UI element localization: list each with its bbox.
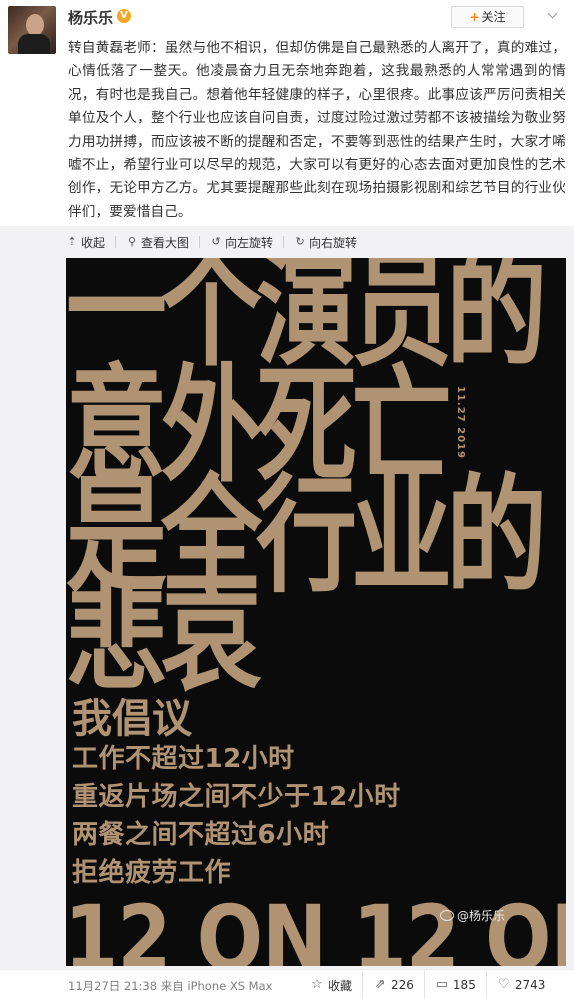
repost-count: 226 xyxy=(391,978,414,992)
post-meta[interactable]: 11月27日 21:38 来自 iPhone XS Max xyxy=(68,978,272,994)
poster-headline-line4: 悲哀 xyxy=(66,572,262,707)
poster-slogan: 12 ON 12 OFF xyxy=(66,888,566,966)
comment-button[interactable]: ▭ 185 xyxy=(423,970,486,999)
view-large-label: 查看大图 xyxy=(141,235,190,250)
username[interactable]: 杨乐乐 xyxy=(68,7,113,28)
rotate-right-icon: ↻ xyxy=(295,235,305,248)
rotate-left-button[interactable]: ↺ 向左旋转 xyxy=(210,234,273,251)
repost-button[interactable]: ⇗ 226 xyxy=(362,970,424,999)
repost-icon: ⇗ xyxy=(374,977,386,992)
action-bar: ☆ 收藏 ⇗ 226 ▭ 185 ♡ 2743 xyxy=(300,970,555,999)
toolbar-divider xyxy=(115,236,117,248)
star-icon: ☆ xyxy=(311,977,323,992)
rotate-right-button[interactable]: ↻ 向右旋转 xyxy=(294,234,357,251)
like-button[interactable]: ♡ 2743 xyxy=(485,970,556,999)
post-text: 转自黄磊老师：虽然与他不相识，但却仿佛是自己最熟悉的人离开了，真的难过，心情低落… xyxy=(68,40,566,220)
arrow-up-icon: ⇡ xyxy=(67,235,77,248)
chevron-down-icon[interactable] xyxy=(548,10,560,18)
collapse-label: 收起 xyxy=(81,235,106,250)
post-footer: 11月27日 21:38 来自 iPhone XS Max ☆ 收藏 ⇗ 226… xyxy=(0,969,574,999)
poster-proposal-item: 拒绝疲劳工作 xyxy=(72,858,232,888)
magnifier-icon: ⚲ xyxy=(127,235,137,248)
like-count: 2743 xyxy=(514,978,546,992)
toolbar-divider xyxy=(199,236,201,248)
rotate-right-label: 向右旋转 xyxy=(309,235,358,250)
image-toolbar: ⇡ 收起 ⚲ 查看大图 ↺ 向左旋转 ↻ 向右旋转 xyxy=(66,232,367,252)
rotate-left-icon: ↺ xyxy=(211,235,221,248)
poster-date: 11.27 2019 xyxy=(455,386,466,459)
poster-proposal-item: 两餐之间不超过6小时 xyxy=(72,820,330,850)
watermark-text: @杨乐乐 xyxy=(457,909,506,923)
poster-proposal-title: 我倡议 xyxy=(72,696,192,742)
plus-icon: + xyxy=(469,10,480,24)
weibo-watermark: @杨乐乐 xyxy=(440,907,505,924)
follow-label: 关注 xyxy=(481,10,506,24)
toolbar-divider xyxy=(283,236,285,248)
avatar-body xyxy=(18,34,50,54)
poster-image[interactable]: 一个演员的 意外死亡 是全行业的 悲哀 11.27 2019 我倡议 工作不超过… xyxy=(66,258,566,966)
image-expanded-box: ⇡ 收起 ⚲ 查看大图 ↺ 向左旋转 ↻ 向右旋转 一个演员的 意外死亡 是全行… xyxy=(0,226,574,969)
post-header: 杨乐乐 V + 关注 xyxy=(0,0,574,54)
avatar-face xyxy=(26,14,44,36)
poster-proposal-item: 工作不超过12小时 xyxy=(72,744,295,774)
view-large-button[interactable]: ⚲ 查看大图 xyxy=(126,234,189,251)
favorite-label: 收藏 xyxy=(328,978,353,993)
avatar[interactable] xyxy=(8,6,56,54)
verified-icon: V xyxy=(117,9,131,23)
comment-count: 185 xyxy=(452,978,476,992)
weibo-logo-icon xyxy=(440,910,454,921)
poster-proposal-item: 重返片场之间不少于12小时 xyxy=(72,782,401,812)
follow-button[interactable]: + 关注 xyxy=(451,6,524,28)
collapse-button[interactable]: ⇡ 收起 xyxy=(66,234,105,251)
rotate-left-label: 向左旋转 xyxy=(225,235,274,250)
favorite-button[interactable]: ☆ 收藏 xyxy=(300,970,362,999)
comment-icon: ▭ xyxy=(435,977,449,992)
thumbs-up-icon: ♡ xyxy=(498,977,510,992)
